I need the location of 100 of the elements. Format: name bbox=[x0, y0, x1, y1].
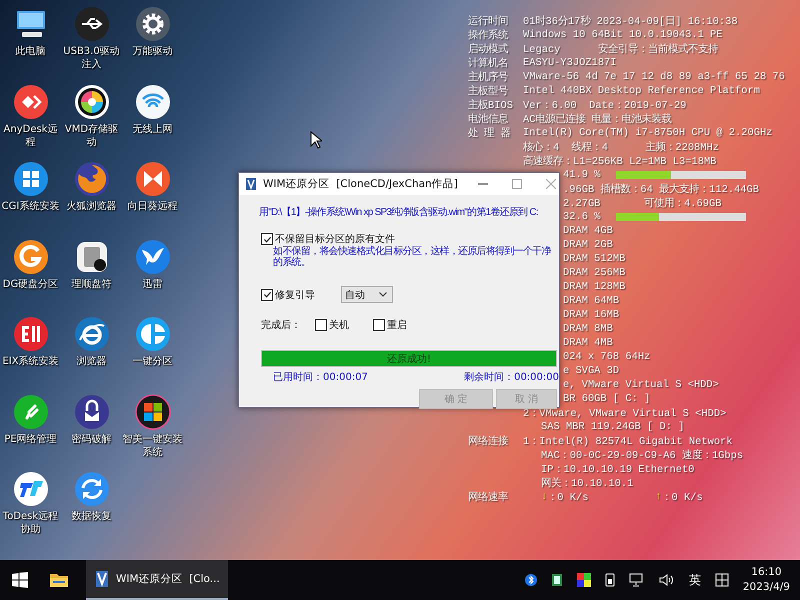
taskbar-window-button[interactable]: WIM还原分区 [Clo... bbox=[86, 560, 228, 600]
speaker-icon[interactable] bbox=[658, 573, 675, 587]
info-value: 024 x 768 64Hz bbox=[563, 351, 650, 363]
bird-icon[interactable] bbox=[134, 238, 170, 274]
desktop-icon-label[interactable]: 密码破解 bbox=[60, 432, 123, 446]
envelope-icon[interactable] bbox=[74, 394, 110, 430]
info-label: 网络连接 bbox=[468, 434, 510, 448]
desktop-icon-label[interactable]: PE网络管理 bbox=[0, 432, 62, 446]
color-wheel-icon[interactable] bbox=[74, 84, 110, 120]
desktop-icon-label[interactable]: 理顺盘符 bbox=[60, 278, 123, 290]
checkbox-label: 修复引导 bbox=[275, 288, 315, 302]
network-icon[interactable] bbox=[628, 573, 645, 587]
checkbox[interactable] bbox=[373, 319, 385, 331]
blocks-icon[interactable] bbox=[12, 471, 48, 507]
wifi-icon[interactable] bbox=[134, 84, 170, 120]
info-value: IP：10.10.10.19 Ethernet0 bbox=[540, 463, 694, 476]
up-arrow: ↑ bbox=[655, 491, 662, 503]
desktop-icon-label[interactable]: 浏览器 bbox=[60, 355, 123, 368]
info-label: 网络速率 bbox=[468, 490, 509, 504]
start-icon[interactable] bbox=[12, 572, 28, 588]
elapsed-time: 已用时间：00:00:07 bbox=[273, 370, 368, 384]
info-value: Intel 440BX Desktop Reference Platform bbox=[523, 85, 760, 97]
bars-icon[interactable] bbox=[12, 316, 48, 352]
info-value: DRAM 4GB bbox=[563, 225, 613, 237]
desktop-icon-label[interactable]: 万能驱动 bbox=[121, 45, 184, 58]
desktop-icon-label[interactable]: USB3.0驱动注入 bbox=[60, 45, 123, 71]
gear-icon[interactable] bbox=[134, 6, 170, 42]
checkbox[interactable] bbox=[261, 233, 273, 245]
info-value: 2.27GB 可使用：4.69GB bbox=[563, 196, 722, 210]
info-value: DRAM 2GB bbox=[563, 239, 613, 251]
checkbox-label: 不保留目标分区的原有文件 bbox=[275, 232, 395, 246]
desktop-icon-label[interactable]: 无线上网 bbox=[121, 122, 184, 136]
info-value: 高速缓存：L1=256KB L2=1MB L3=18MB bbox=[523, 154, 716, 168]
desktop-icon-label[interactable]: 迅雷 bbox=[121, 278, 184, 290]
usage-percent: 41.9 % bbox=[563, 169, 600, 181]
desktop-icon-label[interactable]: EIX系统安装 bbox=[0, 355, 62, 368]
input-method-indicator[interactable]: 英 bbox=[688, 572, 701, 588]
clock[interactable]: 16:10 2023/4/9 bbox=[742, 565, 790, 595]
four-squares-icon[interactable] bbox=[134, 394, 170, 430]
device-icon[interactable] bbox=[604, 573, 615, 587]
info-value: 1：Intel(R) 82574L Gigabit Network bbox=[523, 435, 733, 448]
upload-speed: ：0 K/s bbox=[662, 491, 703, 504]
document-tray-icon[interactable] bbox=[550, 573, 563, 587]
desktop-icon-label[interactable]: 一键分区 bbox=[121, 355, 184, 368]
after-label: 完成后： bbox=[261, 318, 301, 332]
hint-text: 如不保留，将会快速格式化目标分区，这样，还原后将得到一个干净的系统。 bbox=[273, 246, 552, 268]
color-grid-icon[interactable] bbox=[576, 573, 591, 587]
desktop-icon-label[interactable]: 此电脑 bbox=[0, 45, 62, 58]
windows-logo-icon[interactable] bbox=[12, 161, 48, 197]
mouse-cursor-icon bbox=[310, 131, 322, 149]
refresh-icon[interactable] bbox=[74, 471, 110, 507]
info-value: Windows 10 64Bit 10.0.19043.1 PE bbox=[523, 29, 723, 41]
window-title: WIM还原分区 [CloneCD/JexChan作品] bbox=[263, 177, 458, 191]
info-label: 计算机名 bbox=[468, 56, 509, 70]
checkbox[interactable] bbox=[261, 288, 273, 300]
info-value: EASYU-Y3JOZ187I bbox=[523, 57, 617, 69]
info-value: VMware-56 4d 7e 17 12 d8 89 a3-ff 65 28 76 bbox=[523, 71, 785, 83]
desktop-icon-label[interactable]: 数据恢复 bbox=[60, 510, 123, 523]
desktop-icon-label[interactable]: DG硬盘分区 bbox=[0, 278, 62, 290]
info-value: DRAM 512MB bbox=[563, 253, 626, 265]
info-value: .96GB 插槽数：64 最大支持：112.44GB bbox=[563, 182, 760, 196]
desktop-icon-label[interactable]: 向日葵远程 bbox=[121, 200, 184, 213]
info-value: DRAM 256MB bbox=[563, 267, 626, 279]
arc-icon[interactable] bbox=[12, 238, 48, 274]
browser-icon[interactable] bbox=[74, 316, 110, 352]
info-value: MAC：00-0C-29-09-C9-A6 速度：1Gbps bbox=[540, 448, 744, 462]
desktop-icon-label[interactable]: 智美一键安装系统 bbox=[121, 432, 184, 458]
strokes-icon[interactable] bbox=[12, 394, 48, 430]
keyboard-icon[interactable] bbox=[714, 573, 729, 587]
info-value: SAS MBR 119.24GB [ D: ] bbox=[540, 421, 684, 433]
info-value: DRAM 16MB bbox=[563, 309, 620, 321]
globe-icon[interactable] bbox=[74, 161, 110, 197]
info-value: 01时36分17秒 2023-04-09[日] 16:10:38 bbox=[523, 14, 738, 28]
info-value: DRAM 4MB bbox=[563, 337, 613, 349]
desktop-icon-label[interactable]: ToDesk远程协助 bbox=[0, 510, 62, 536]
info-value: DRAM 128MB bbox=[563, 281, 626, 293]
info-value: 核心：4 线程：4 主频：2208MHz bbox=[523, 140, 720, 154]
info-value: Legacy 安全引导：当前模式不支持 bbox=[523, 42, 718, 56]
info-value: AC电源已连接 电量：电池未装载 bbox=[523, 112, 672, 126]
info-label: 主机序号 bbox=[468, 70, 509, 84]
info-label: 操作系统 bbox=[468, 28, 510, 42]
desktop-icon-label[interactable]: AnyDesk远程 bbox=[0, 122, 62, 148]
folder-icon[interactable] bbox=[50, 572, 68, 588]
info-value: DRAM 8MB bbox=[563, 323, 613, 335]
bluetooth-icon[interactable] bbox=[524, 573, 537, 587]
checkbox-label: 关机 bbox=[329, 318, 349, 332]
pie-icon[interactable] bbox=[134, 316, 170, 352]
down-arrow: ↓ bbox=[541, 491, 548, 503]
remaining-time: 剩余时间：00:00:00 bbox=[464, 370, 559, 384]
info-value: 网关：10.10.10.1 bbox=[540, 476, 634, 490]
info-label: 主板BIOS bbox=[468, 98, 514, 112]
boot-mode-dropdown[interactable]: 自动 bbox=[341, 286, 393, 303]
usb-icon[interactable] bbox=[74, 6, 110, 42]
desktop-icon-label[interactable]: 火狐浏览器 bbox=[60, 200, 123, 213]
desktop-icon-label[interactable]: VMD存储驱动 bbox=[60, 122, 123, 148]
desktop-icon-label[interactable]: CGI系统安装 bbox=[0, 200, 62, 213]
checkbox[interactable] bbox=[315, 319, 327, 331]
usage-percent: 32.6 % bbox=[563, 211, 600, 223]
download-speed: ：0 K/s bbox=[547, 491, 590, 504]
info-value: 2：VMware, VMware Virtual S <HDD> bbox=[523, 407, 726, 420]
